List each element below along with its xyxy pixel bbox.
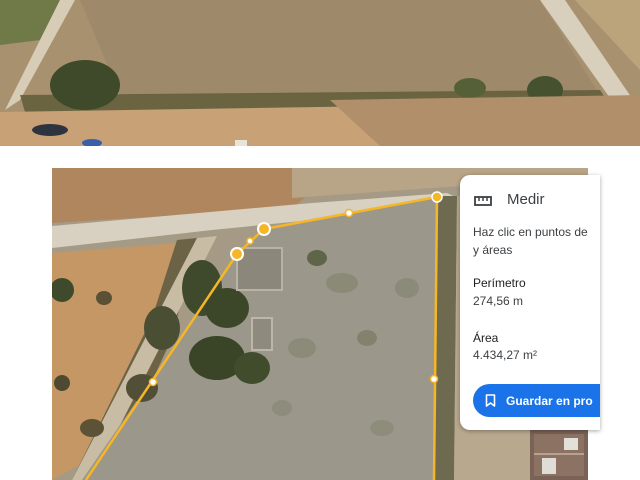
measure-vertex xyxy=(431,191,443,203)
measure-vertex xyxy=(257,222,271,236)
area-value: 4.434,27 m² xyxy=(473,348,538,362)
ruler-icon xyxy=(474,194,492,206)
rooftop-imagery xyxy=(530,430,588,480)
area-label: Área xyxy=(473,331,499,345)
panel-title: Medir xyxy=(507,191,545,208)
instructions-text: Haz clic en puntos de y áreas xyxy=(473,223,600,259)
instructions-line: y áreas xyxy=(473,243,513,257)
measure-vertex xyxy=(230,247,244,261)
save-button-label: Guardar en pro xyxy=(506,393,593,408)
instructions-line: Haz clic en puntos de xyxy=(473,225,588,239)
perimeter-value: 274,56 m xyxy=(473,294,524,308)
perimeter-label: Perímetro xyxy=(473,276,526,290)
top-satellite-imagery xyxy=(0,0,640,146)
separator-band xyxy=(0,146,640,168)
bookmark-icon xyxy=(485,394,496,407)
measure-panel: Medir Haz clic en puntos de y áreas Perí… xyxy=(460,175,600,430)
save-to-project-button[interactable]: Guardar en pro xyxy=(473,384,600,417)
panel-header: Medir xyxy=(474,191,545,208)
